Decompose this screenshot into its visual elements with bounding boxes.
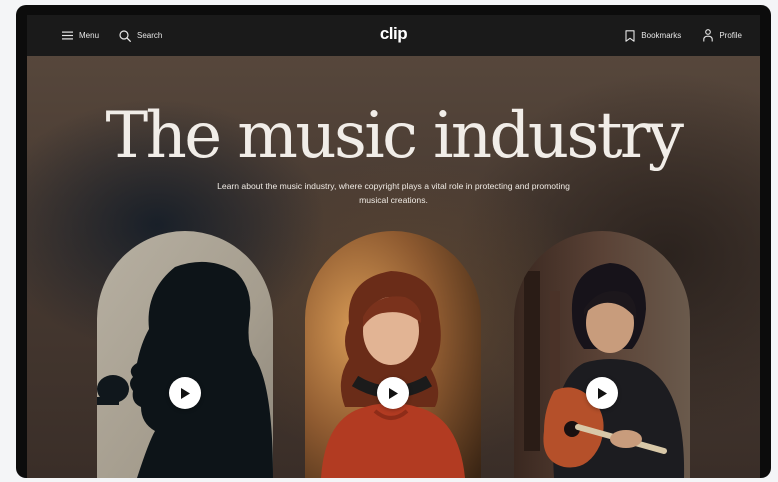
- video-card-headphones[interactable]: [305, 231, 481, 478]
- page-title: The music industry: [105, 99, 685, 173]
- play-button-singer[interactable]: [169, 377, 201, 409]
- play-icon: [389, 387, 398, 399]
- play-icon: [181, 387, 190, 399]
- video-card-guitarist[interactable]: [514, 231, 690, 478]
- page-subtitle: Learn about the music industry, where co…: [217, 181, 570, 205]
- nav-right-group: Bookmarks Profile: [625, 15, 742, 56]
- guitarist-image: [514, 231, 690, 478]
- woman-with-headphones-image: [305, 231, 481, 478]
- video-card-singer[interactable]: [97, 231, 273, 478]
- profile-label: Profile: [719, 31, 742, 40]
- bookmarks-label: Bookmarks: [641, 31, 682, 40]
- play-button-headphones[interactable]: [377, 377, 409, 409]
- bookmarks-button[interactable]: Bookmarks: [625, 29, 682, 42]
- play-icon: [598, 387, 607, 399]
- bookmark-icon: [625, 29, 635, 42]
- person-icon: [703, 29, 714, 42]
- top-navbar: Menu Search clip Bookmarks Profile: [27, 15, 760, 56]
- device-frame: Menu Search clip Bookmarks Profile The m…: [16, 5, 771, 478]
- profile-button[interactable]: Profile: [703, 29, 742, 42]
- app-screen: Menu Search clip Bookmarks Profile The m…: [27, 15, 760, 478]
- singer-silhouette-image: [97, 231, 273, 478]
- play-button-guitarist[interactable]: [586, 377, 618, 409]
